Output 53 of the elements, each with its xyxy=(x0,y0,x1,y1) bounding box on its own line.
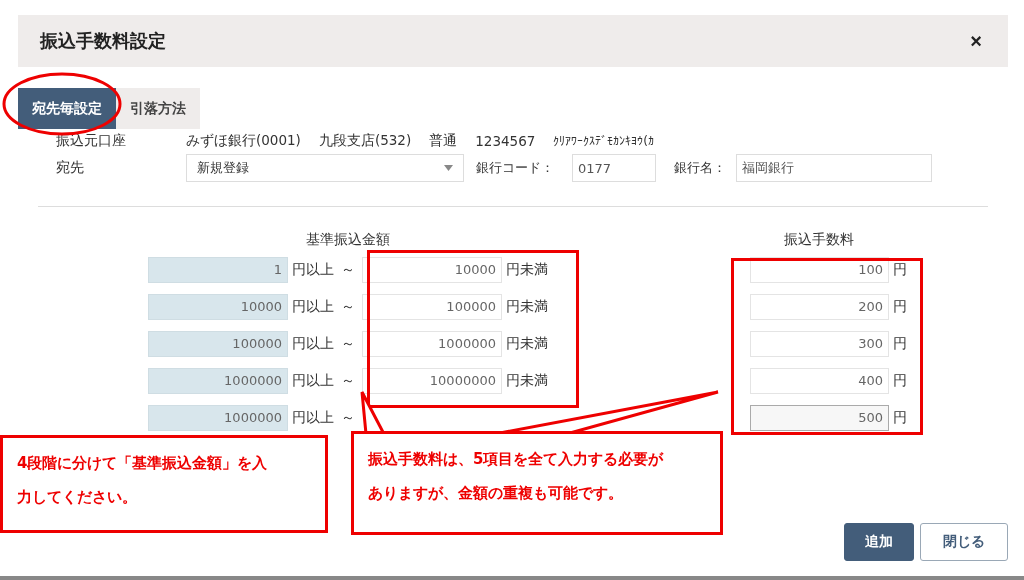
unit-label: 円 xyxy=(893,334,907,353)
amount-from-field[interactable]: 1 xyxy=(148,256,288,283)
tab[interactable]: 引落方法 xyxy=(116,88,200,129)
tilde-text: ～ xyxy=(340,334,356,353)
unit-label: 円以上 xyxy=(292,408,334,427)
unit-label: 円 xyxy=(893,297,907,316)
unit-label: 円未満 xyxy=(506,334,548,353)
unit-label: 円 xyxy=(893,260,907,279)
dialog-title: 振込手数料設定 xyxy=(40,29,166,53)
field-label: 振込元口座 xyxy=(56,132,127,150)
close-button[interactable]: × xyxy=(966,29,986,53)
account-number-text: 1234567 xyxy=(475,133,536,149)
amount-to-field[interactable]: 100000 xyxy=(362,293,502,320)
unit-label: 円未満 xyxy=(506,297,548,316)
tilde-text: ～ xyxy=(340,297,356,316)
tilde-text: ～ xyxy=(340,408,356,427)
account-holder-text: ｸﾘｱﾜｰｸｽﾃﾞﾓｶﾝｷﾖｳ(ｶ xyxy=(553,134,654,148)
unit-label: 円 xyxy=(893,408,907,427)
account-type-text: 普通 xyxy=(429,132,458,150)
unit-label: 円以上 xyxy=(292,371,334,390)
unit-label: 円以上 xyxy=(292,297,334,316)
fee-field[interactable]: 500 xyxy=(750,404,889,431)
branch-text: 九段支店(532) xyxy=(318,132,412,150)
close-dialog-button[interactable]: 閉じる xyxy=(920,523,1008,561)
fee-field[interactable]: 400 xyxy=(750,367,889,394)
field-label: 宛先 xyxy=(56,159,85,177)
amount-to-field[interactable]: 10000 xyxy=(362,256,502,283)
amount-from-field[interactable]: 10000 xyxy=(148,293,288,320)
field-label: 銀行コード： xyxy=(476,159,554,177)
unit-label: 円以上 xyxy=(292,260,334,279)
unit-label: 円以上 xyxy=(292,334,334,353)
bank-code-field[interactable]: 0177 xyxy=(572,154,656,182)
bank-name-field[interactable]: 福岡銀行 xyxy=(736,154,932,182)
caret-icon xyxy=(444,165,453,171)
amount-to-field[interactable]: 1000000 xyxy=(362,330,502,357)
unit-label: 円 xyxy=(893,371,907,390)
tab[interactable]: 宛先毎設定 xyxy=(18,88,116,129)
destination-select[interactable]: 新規登録 xyxy=(186,154,464,182)
unit-label: 円未満 xyxy=(506,371,548,390)
column-heading: 振込手数料 xyxy=(782,231,855,249)
amount-from-field[interactable]: 100000 xyxy=(148,330,288,357)
bank-text: みずほ銀行(0001) xyxy=(186,132,301,150)
callout-note: 4段階に分けて「基準振込金額」を入力してください。 xyxy=(0,435,328,533)
unit-label: 円未満 xyxy=(506,260,548,279)
field-label: 銀行名： xyxy=(674,159,726,177)
tilde-text: ～ xyxy=(340,260,356,279)
fee-field[interactable]: 300 xyxy=(750,330,889,357)
add-button[interactable]: 追加 xyxy=(844,523,914,561)
amount-from-field[interactable]: 1000000 xyxy=(148,404,288,431)
fee-field[interactable]: 200 xyxy=(750,293,889,320)
column-heading: 基準振込金額 xyxy=(305,231,391,249)
amount-from-field[interactable]: 1000000 xyxy=(148,367,288,394)
tilde-text: ～ xyxy=(340,371,356,390)
